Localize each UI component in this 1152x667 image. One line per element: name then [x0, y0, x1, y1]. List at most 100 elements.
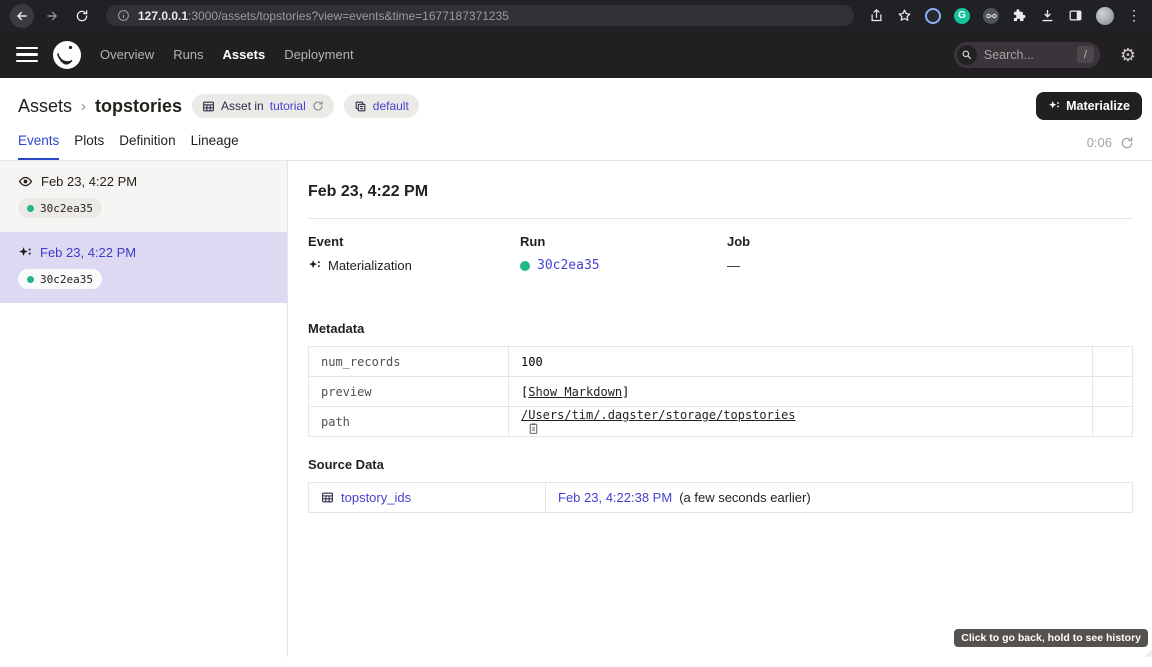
event-timestamp: Feb 23, 4:22 PM: [41, 174, 137, 189]
materialize-sparkle-icon: [1048, 100, 1060, 112]
search-shortcut-badge: /: [1077, 46, 1094, 63]
metadata-value: /Users/tim/.dagster/storage/topstories: [509, 407, 1093, 437]
asset-repo-badge[interactable]: Asset in tutorial: [192, 94, 334, 118]
refresh-icon[interactable]: [1120, 136, 1134, 150]
settings-gear-icon[interactable]: ⚙: [1120, 46, 1136, 64]
forward-arrow-icon: [45, 9, 59, 23]
url-host: 127.0.0.1: [138, 9, 188, 23]
run-id: 30c2ea35: [40, 273, 93, 286]
dagster-logo[interactable]: [52, 40, 82, 70]
asset-group-badge[interactable]: default: [344, 94, 419, 118]
show-markdown-link[interactable]: Show Markdown: [528, 385, 622, 399]
search-icon: [957, 45, 977, 65]
event-summary-grid: Event Materialization Run 30c2ea35 Job —: [308, 234, 1133, 273]
bracket: ]: [622, 385, 629, 399]
event-list-item-observation[interactable]: Feb 23, 4:22 PM 30c2ea35: [0, 161, 287, 232]
run-tag[interactable]: 30c2ea35: [18, 269, 102, 289]
metadata-value: [Show Markdown]: [509, 377, 1093, 407]
browser-forward-button[interactable]: [40, 4, 64, 28]
extensions-puzzle-icon[interactable]: [1012, 8, 1027, 23]
run-status-dot: [520, 261, 530, 271]
source-data-table: topstory_ids Feb 23, 4:22:38 PM(a few se…: [308, 482, 1133, 513]
event-type-value: Materialization: [328, 258, 412, 273]
breadcrumb: Assets › topstories: [18, 96, 182, 117]
extension-glasses-icon[interactable]: [983, 8, 999, 24]
browser-back-button[interactable]: [10, 4, 34, 28]
path-link[interactable]: /Users/tim/.dagster/storage/topstories: [521, 408, 796, 422]
metadata-extra-cell: [1093, 347, 1133, 377]
materialize-button[interactable]: Materialize: [1036, 92, 1142, 120]
site-info-icon[interactable]: [117, 9, 130, 22]
glasses-glyph: [986, 13, 997, 19]
refresh-countdown: 0:06: [1087, 135, 1112, 150]
metadata-table: num_records 100 preview [Show Markdown] …: [308, 346, 1133, 437]
nav-item-runs[interactable]: Runs: [173, 47, 203, 62]
materialization-sparkle-icon: [308, 259, 321, 272]
metadata-extra-cell: [1093, 407, 1133, 437]
breadcrumb-assets-link[interactable]: Assets: [18, 96, 72, 117]
table-grid-icon: [321, 491, 334, 504]
browser-menu-icon[interactable]: ⋮: [1127, 7, 1142, 24]
hamburger-menu-icon[interactable]: [16, 47, 38, 63]
browser-reload-button[interactable]: [70, 4, 94, 28]
grammarly-letter: G: [958, 10, 966, 21]
copy-stack-icon: [354, 100, 367, 113]
asset-header: Assets › topstories Asset in tutorial de…: [0, 78, 1152, 120]
bookmark-star-icon[interactable]: [897, 8, 912, 23]
search-input[interactable]: Search... /: [954, 42, 1100, 68]
tab-plots[interactable]: Plots: [74, 133, 104, 160]
run-id-link[interactable]: 30c2ea35: [537, 258, 600, 273]
table-row: path /Users/tim/.dagster/storage/topstor…: [309, 407, 1133, 437]
job-column-label: Job: [727, 234, 750, 249]
divider: [308, 218, 1133, 219]
source-timestamp-cell: Feb 23, 4:22:38 PM(a few seconds earlier…: [546, 483, 1133, 513]
table-row: topstory_ids Feb 23, 4:22:38 PM(a few se…: [309, 483, 1133, 513]
event-detail-title: Feb 23, 4:22 PM: [308, 183, 1133, 201]
url-text: 127.0.0.1:3000/assets/topstories?view=ev…: [138, 9, 509, 23]
extension-grammarly-icon[interactable]: G: [954, 8, 970, 24]
run-id: 30c2ea35: [40, 202, 93, 215]
job-value: —: [727, 258, 740, 273]
event-list-item-materialization[interactable]: Feb 23, 4:22 PM 30c2ea35: [0, 232, 287, 303]
breadcrumb-current-asset: topstories: [95, 96, 182, 117]
back-arrow-icon: [15, 9, 29, 23]
share-icon[interactable]: [869, 8, 884, 23]
table-grid-icon: [202, 100, 215, 113]
table-row: preview [Show Markdown]: [309, 377, 1133, 407]
event-column-label: Event: [308, 234, 520, 249]
extension-1password-icon[interactable]: [925, 8, 941, 24]
nav-item-deployment[interactable]: Deployment: [284, 47, 353, 62]
window-resize-corner: [1144, 649, 1152, 657]
source-timestamp-link[interactable]: Feb 23, 4:22:38 PM: [558, 490, 672, 505]
table-row: num_records 100: [309, 347, 1133, 377]
nav-item-overview[interactable]: Overview: [100, 47, 154, 62]
nav-item-assets[interactable]: Assets: [223, 47, 266, 62]
tab-lineage[interactable]: Lineage: [191, 133, 239, 160]
run-status-dot: [27, 205, 34, 212]
tab-events[interactable]: Events: [18, 133, 59, 160]
metadata-key: path: [309, 407, 509, 437]
breadcrumb-separator: ›: [81, 98, 86, 115]
run-column-label: Run: [520, 234, 727, 249]
source-data-section-title: Source Data: [308, 457, 1133, 472]
repo-badge-link[interactable]: tutorial: [270, 99, 306, 113]
copy-path-icon[interactable]: [527, 422, 540, 435]
event-list-sidebar: Feb 23, 4:22 PM 30c2ea35 Feb 23, 4:22 PM…: [0, 161, 288, 657]
reload-definitions-icon[interactable]: [312, 100, 324, 112]
metadata-key: num_records: [309, 347, 509, 377]
reload-icon: [75, 9, 89, 23]
run-tag[interactable]: 30c2ea35: [18, 198, 102, 218]
observation-eye-icon: [18, 174, 33, 189]
downloads-icon[interactable]: [1040, 8, 1055, 23]
group-badge-label[interactable]: default: [373, 99, 409, 113]
browser-profile-avatar[interactable]: [1096, 7, 1114, 25]
search-placeholder: Search...: [984, 48, 1070, 62]
run-status-dot: [27, 276, 34, 283]
source-asset-link[interactable]: topstory_ids: [341, 490, 411, 505]
tab-definition[interactable]: Definition: [119, 133, 175, 160]
address-bar[interactable]: 127.0.0.1:3000/assets/topstories?view=ev…: [106, 5, 854, 26]
url-path: :3000/assets/topstories?view=events&time…: [188, 9, 509, 23]
side-panel-icon[interactable]: [1068, 8, 1083, 23]
nav-links: Overview Runs Assets Deployment: [100, 47, 354, 62]
asset-tabs: Events Plots Definition Lineage 0:06: [0, 133, 1152, 161]
